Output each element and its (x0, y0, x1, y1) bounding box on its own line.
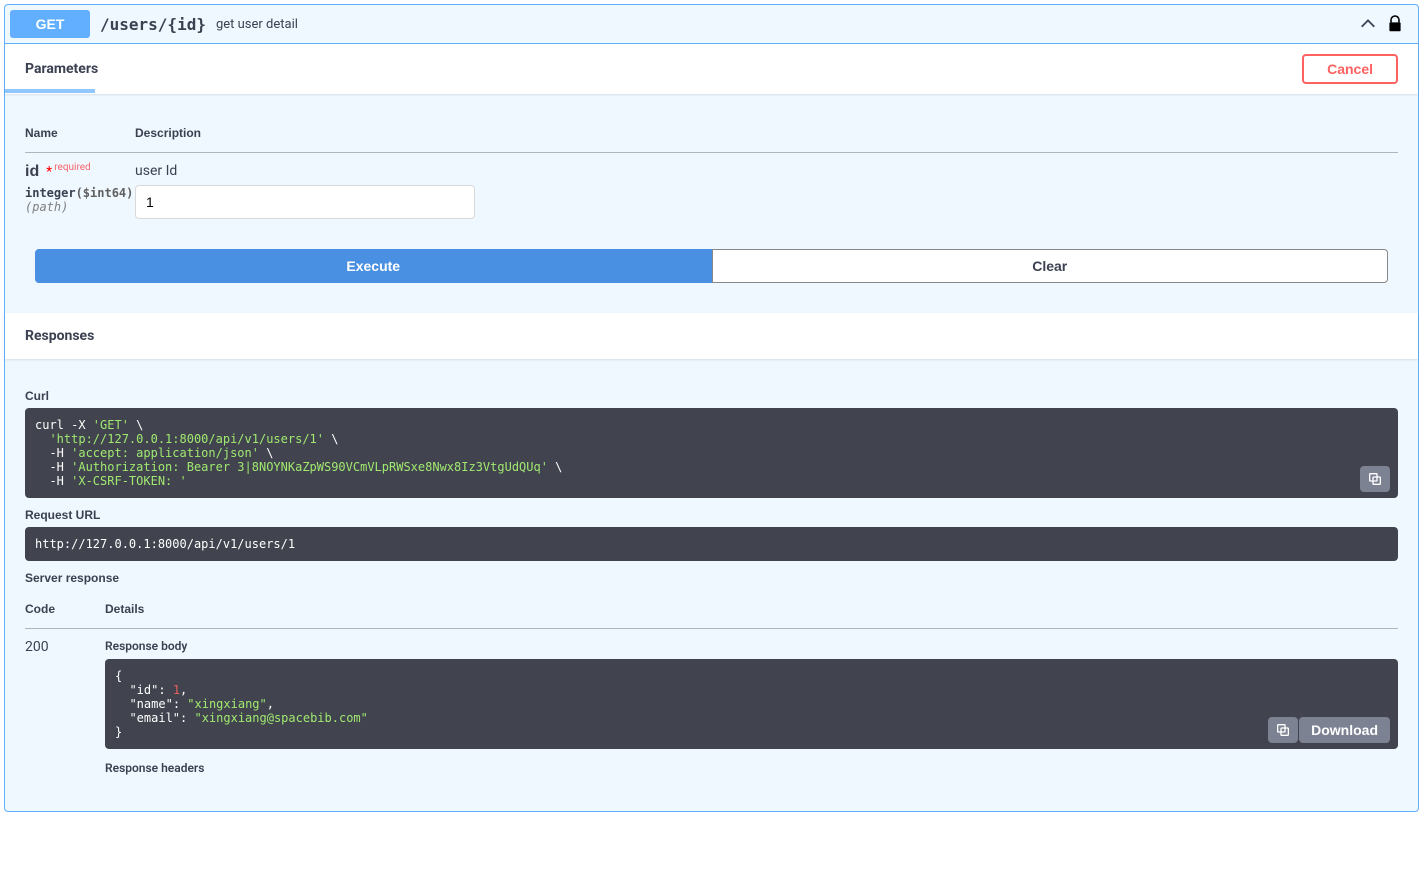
param-type: integer (25, 186, 76, 200)
execute-button[interactable]: Execute (35, 249, 712, 283)
server-response-label: Server response (25, 571, 1398, 585)
response-code: 200 (25, 629, 105, 792)
col-header-name: Name (25, 114, 135, 153)
clear-button[interactable]: Clear (712, 249, 1389, 283)
request-url-block: http://127.0.0.1:8000/api/v1/users/1 (25, 527, 1398, 561)
response-row: 200 Response body { "id": 1, "name": "xi… (25, 629, 1398, 792)
operation-summary-row[interactable]: GET /users/{id} get user detail (5, 5, 1418, 44)
col-header-details: Details (105, 590, 1398, 629)
param-name: id (25, 163, 39, 180)
copy-curl-button[interactable] (1360, 466, 1390, 492)
param-format: ($int64) (76, 186, 134, 200)
lock-icon[interactable] (1387, 15, 1403, 33)
required-star-icon: * (43, 164, 53, 180)
parameters-container: Name Description id *required integer($i… (5, 94, 1418, 313)
http-method-badge: GET (10, 10, 90, 38)
download-button[interactable]: Download (1299, 717, 1390, 743)
responses-header: Responses (5, 313, 1418, 359)
col-header-description: Description (135, 114, 1398, 153)
parameters-header: Parameters Cancel (5, 44, 1418, 94)
col-header-code: Code (25, 590, 105, 629)
param-description: user Id (135, 163, 1398, 179)
param-input-id[interactable] (135, 185, 475, 219)
cancel-button[interactable]: Cancel (1302, 54, 1398, 84)
responses-container: Curl curl -X 'GET' \ 'http://127.0.0.1:8… (5, 359, 1418, 811)
response-headers-label: Response headers (105, 761, 1398, 775)
endpoint-path: /users/{id} (90, 15, 216, 34)
required-label: required (52, 162, 90, 173)
curl-label: Curl (25, 389, 1398, 403)
endpoint-description: get user detail (216, 17, 1359, 32)
request-url-label: Request URL (25, 508, 1398, 522)
curl-code-block: curl -X 'GET' \ 'http://127.0.0.1:8000/a… (25, 408, 1398, 498)
param-in: (path) (25, 200, 135, 214)
chevron-up-icon[interactable] (1359, 15, 1377, 33)
operation-block: GET /users/{id} get user detail Paramete… (4, 4, 1419, 812)
tab-parameters[interactable]: Parameters (25, 61, 138, 77)
response-body-block: { "id": 1, "name": "xingxiang", "email":… (105, 659, 1398, 749)
response-body-label: Response body (105, 639, 1398, 653)
copy-response-button[interactable] (1268, 717, 1298, 743)
parameter-row: id *required integer($int64) (path) user… (25, 153, 1398, 230)
